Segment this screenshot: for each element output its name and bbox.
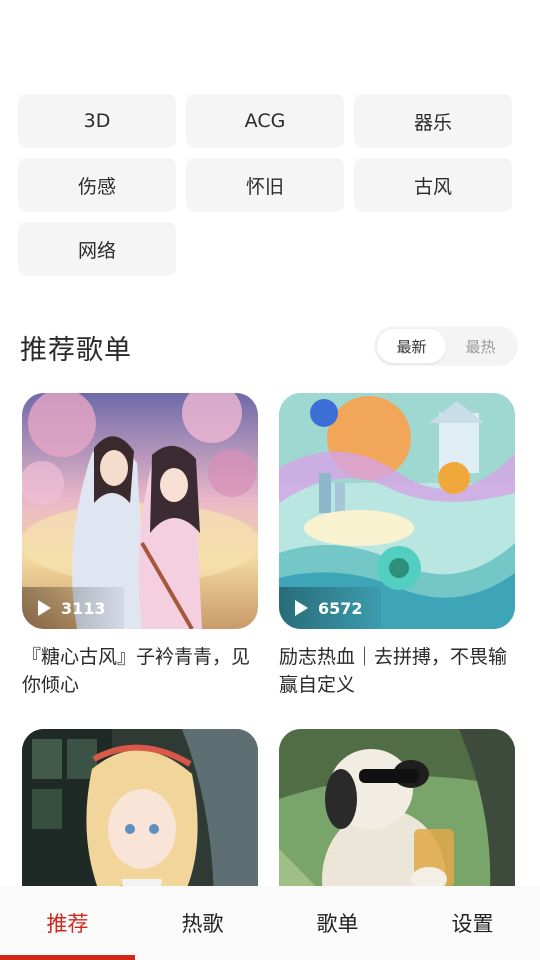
sort-toggle: 最新 最热 — [374, 326, 518, 366]
category-tag-grid: 3D ACG 器乐 伤感 怀旧 古风 网络 — [18, 94, 512, 276]
tag-acg[interactable]: ACG — [186, 94, 344, 148]
tag-3d[interactable]: 3D — [18, 94, 176, 148]
nav-tab-label: 歌单 — [316, 912, 359, 936]
tag-internet[interactable]: 网络 — [18, 222, 176, 276]
nav-tab-label: 热歌 — [181, 912, 224, 936]
tag-instrumental[interactable]: 器乐 — [354, 94, 512, 148]
nav-tab-hot-songs[interactable]: 热歌 — [135, 886, 270, 960]
section-title: 推荐歌单 — [20, 335, 132, 366]
tag-sad[interactable]: 伤感 — [18, 158, 176, 212]
playlist-title[interactable]: 『糖心古风』子衿青青，见你倾心 — [22, 643, 258, 699]
tag-ancient-style[interactable]: 古风 — [354, 158, 512, 212]
play-count: 3113 — [61, 598, 106, 618]
play-count-badge: 3113 — [22, 587, 124, 629]
sort-newest-option[interactable]: 最新 — [377, 329, 446, 363]
play-count: 6572 — [318, 598, 363, 618]
play-icon — [38, 600, 51, 616]
nav-tab-label: 设置 — [451, 912, 494, 936]
playlist-title[interactable]: 励志热血｜去拼搏，不畏输赢自定义 — [279, 643, 515, 699]
sort-hottest-option[interactable]: 最热 — [446, 329, 515, 363]
recommended-playlists-header: 推荐歌单 最新 最热 — [20, 326, 518, 366]
nav-tab-playlists[interactable]: 歌单 — [270, 886, 405, 960]
play-count-badge: 6572 — [279, 587, 381, 629]
playlist-cover-image[interactable]: 6572 — [279, 393, 515, 629]
active-tab-indicator — [0, 955, 135, 960]
playlist-card[interactable]: 6572 励志热血｜去拼搏，不畏输赢自定义 — [279, 393, 515, 699]
nav-tab-recommend[interactable]: 推荐 — [0, 886, 135, 960]
playlist-card[interactable]: 3113 『糖心古风』子衿青青，见你倾心 — [22, 393, 258, 699]
play-icon — [295, 600, 308, 616]
nav-tab-label: 推荐 — [46, 912, 89, 936]
playlist-cover-image[interactable]: 3113 — [22, 393, 258, 629]
bottom-navigation: 推荐 热歌 歌单 设置 — [0, 886, 540, 960]
tag-nostalgic[interactable]: 怀旧 — [186, 158, 344, 212]
nav-tab-settings[interactable]: 设置 — [405, 886, 540, 960]
